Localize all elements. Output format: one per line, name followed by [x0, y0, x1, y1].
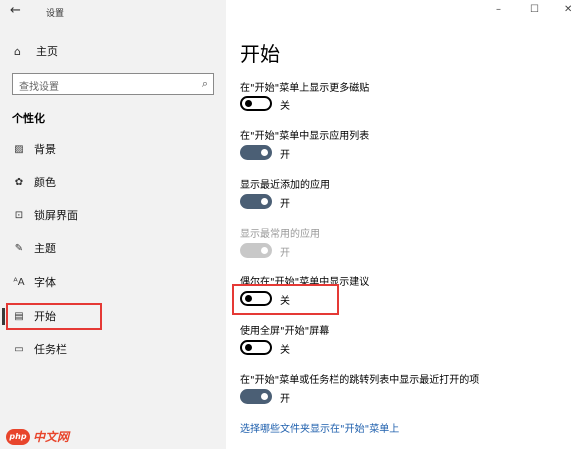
- close-button[interactable]: ✕: [564, 4, 572, 15]
- toggle-recent-items[interactable]: [240, 389, 272, 404]
- highlight-box: [6, 303, 102, 330]
- sidebar-item-label: 锁屏界面: [34, 209, 78, 222]
- setting-label-more-tiles: 在"开始"菜单上显示更多磁贴: [240, 83, 370, 94]
- sidebar-item-label: 字体: [34, 276, 56, 289]
- title-bar: ← 设置: [0, 0, 226, 24]
- search-icon: ⌕: [201, 77, 208, 90]
- sidebar-item-label: 颜色: [34, 176, 56, 189]
- toggle-knob: [261, 393, 268, 400]
- sidebar-item-colors[interactable]: ✿ 颜色: [0, 170, 226, 194]
- toggle-state-text: 开: [280, 199, 290, 210]
- watermark: php 中文网: [6, 428, 69, 445]
- sidebar-item-taskbar[interactable]: ▭ 任务栏: [0, 337, 226, 361]
- home-icon: ⌂: [14, 44, 21, 58]
- app-title: 设置: [46, 9, 65, 19]
- lock-screen-icon: ⊡: [14, 209, 24, 221]
- toggle-recently-added[interactable]: [240, 194, 272, 209]
- sidebar: ← 设置 ⌂ 主页 查找设置 ⌕ 个性化 ▨ 背景 ✿ 颜色 ⊡ 锁屏界面 ✎ …: [0, 0, 226, 449]
- setting-label-fullscreen-start: 使用全屏"开始"屏幕: [240, 326, 330, 337]
- page-title: 开始: [240, 42, 280, 66]
- setting-label-app-list: 在"开始"菜单中显示应用列表: [240, 131, 370, 142]
- sidebar-item-label: 背景: [34, 143, 56, 156]
- sidebar-item-themes[interactable]: ✎ 主题: [0, 236, 226, 260]
- watermark-text: 中文网: [33, 430, 70, 444]
- choose-folders-link[interactable]: 选择哪些文件夹显示在"开始"菜单上: [240, 420, 399, 435]
- minimize-button[interactable]: –: [496, 4, 501, 15]
- sidebar-item-label: 主页: [36, 45, 58, 58]
- setting-label-most-used: 显示最常用的应用: [240, 229, 320, 240]
- toggle-most-used: [240, 243, 272, 258]
- toggle-knob: [261, 247, 268, 254]
- selection-indicator: [2, 308, 5, 325]
- sidebar-item-label: 主题: [34, 242, 56, 255]
- toggle-state-text: 开: [280, 248, 290, 259]
- toggle-knob: [245, 344, 252, 351]
- watermark-logo: php: [6, 428, 30, 445]
- setting-label-recent-items: 在"开始"菜单或任务栏的跳转列表中显示最近打开的项: [240, 375, 480, 386]
- sidebar-item-background[interactable]: ▨ 背景: [0, 137, 226, 161]
- toggle-knob: [261, 149, 268, 156]
- toggle-knob: [261, 198, 268, 205]
- theme-brush-icon: ✎: [14, 242, 24, 254]
- sidebar-item-label: 任务栏: [34, 343, 67, 356]
- toggle-knob: [245, 100, 252, 107]
- sidebar-item-fonts[interactable]: ᴬA 字体: [0, 270, 226, 294]
- toggle-more-tiles[interactable]: [240, 96, 272, 111]
- picture-icon: ▨: [14, 143, 24, 155]
- section-heading: 个性化: [12, 112, 45, 125]
- font-icon: ᴬA: [13, 276, 25, 288]
- toggle-state-text: 开: [280, 150, 290, 161]
- toggle-state-text: 关: [280, 101, 290, 112]
- sidebar-item-lock-screen[interactable]: ⊡ 锁屏界面: [0, 203, 226, 227]
- toggle-state-text: 关: [280, 345, 290, 356]
- maximize-button[interactable]: ☐: [530, 4, 539, 15]
- search-placeholder: 查找设置: [19, 82, 59, 93]
- setting-label-recently-added: 显示最近添加的应用: [240, 180, 330, 191]
- search-input[interactable]: 查找设置 ⌕: [12, 73, 214, 95]
- taskbar-icon: ▭: [14, 343, 24, 355]
- toggle-app-list[interactable]: [240, 145, 272, 160]
- back-arrow-icon[interactable]: ←: [10, 3, 21, 18]
- palette-icon: ✿: [14, 176, 24, 188]
- highlight-box: [232, 284, 339, 315]
- toggle-state-text: 开: [280, 394, 290, 405]
- sidebar-item-home[interactable]: ⌂ 主页: [14, 42, 58, 60]
- toggle-fullscreen-start[interactable]: [240, 340, 272, 355]
